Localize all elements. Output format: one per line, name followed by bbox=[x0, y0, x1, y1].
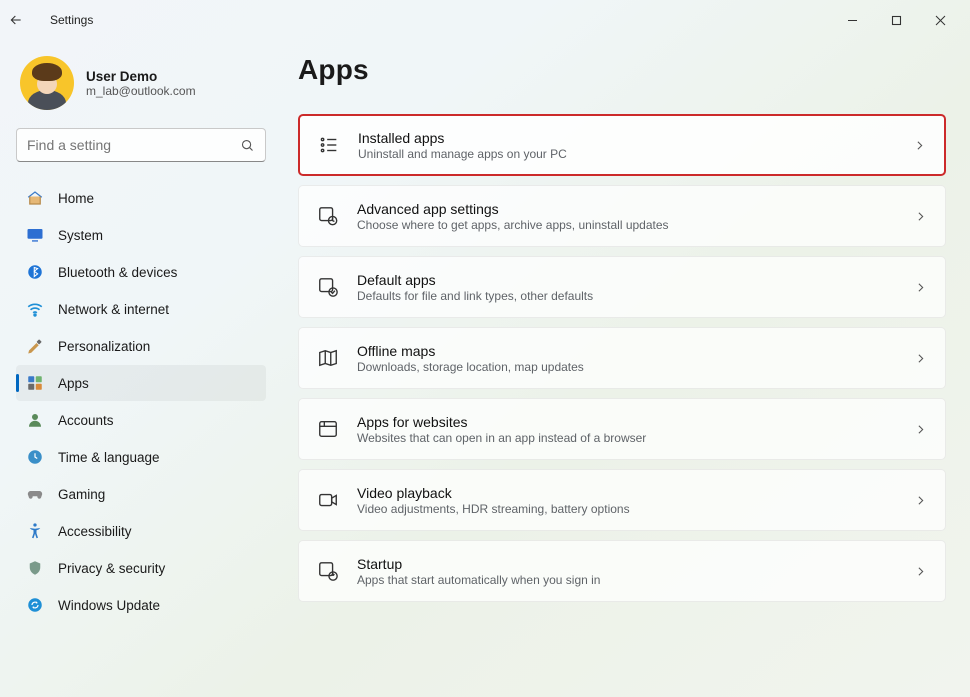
card-subtitle: Websites that can open in an app instead… bbox=[357, 431, 914, 445]
nav-item-system[interactable]: System bbox=[16, 217, 266, 253]
nav-item-label: Bluetooth & devices bbox=[58, 265, 177, 280]
close-button[interactable] bbox=[918, 4, 962, 36]
card-title: Installed apps bbox=[358, 130, 913, 146]
maximize-button[interactable] bbox=[874, 4, 918, 36]
nav-item-label: Time & language bbox=[58, 450, 160, 465]
minimize-button[interactable] bbox=[830, 4, 874, 36]
card-startup[interactable]: Startup Apps that start automatically wh… bbox=[298, 540, 946, 602]
network-icon bbox=[26, 300, 44, 318]
startup-icon bbox=[317, 560, 339, 582]
chevron-right-icon bbox=[914, 210, 927, 223]
nav-item-label: Apps bbox=[58, 376, 89, 391]
nav-item-label: Gaming bbox=[58, 487, 105, 502]
search-box[interactable] bbox=[16, 128, 266, 162]
nav-item-label: Home bbox=[58, 191, 94, 206]
chevron-right-icon bbox=[914, 494, 927, 507]
time-icon bbox=[26, 448, 44, 466]
card-title: Startup bbox=[357, 556, 914, 572]
nav-item-accounts[interactable]: Accounts bbox=[16, 402, 266, 438]
default-apps-icon bbox=[317, 276, 339, 298]
avatar bbox=[20, 56, 74, 110]
card-subtitle: Apps that start automatically when you s… bbox=[357, 573, 914, 587]
bluetooth-icon bbox=[26, 263, 44, 281]
privacy-icon bbox=[26, 559, 44, 577]
card-subtitle: Uninstall and manage apps on your PC bbox=[358, 147, 913, 161]
user-name: User Demo bbox=[86, 69, 196, 84]
user-email: m_lab@outlook.com bbox=[86, 84, 196, 98]
nav-item-privacy[interactable]: Privacy & security bbox=[16, 550, 266, 586]
card-subtitle: Choose where to get apps, archive apps, … bbox=[357, 218, 914, 232]
nav-item-update[interactable]: Windows Update bbox=[16, 587, 266, 623]
update-icon bbox=[26, 596, 44, 614]
card-subtitle: Downloads, storage location, map updates bbox=[357, 360, 914, 374]
nav-item-label: Accounts bbox=[58, 413, 114, 428]
card-title: Default apps bbox=[357, 272, 914, 288]
chevron-right-icon bbox=[913, 139, 926, 152]
nav-item-personalization[interactable]: Personalization bbox=[16, 328, 266, 364]
page-title: Apps bbox=[298, 54, 946, 86]
maps-icon bbox=[317, 347, 339, 369]
card-title: Offline maps bbox=[357, 343, 914, 359]
personalization-icon bbox=[26, 337, 44, 355]
nav: Home System Bluetooth & devices Network … bbox=[16, 180, 266, 623]
card-offline-maps[interactable]: Offline maps Downloads, storage location… bbox=[298, 327, 946, 389]
nav-item-bluetooth[interactable]: Bluetooth & devices bbox=[16, 254, 266, 290]
nav-item-time[interactable]: Time & language bbox=[16, 439, 266, 475]
card-subtitle: Defaults for file and link types, other … bbox=[357, 289, 914, 303]
advanced-icon bbox=[317, 205, 339, 227]
nav-item-home[interactable]: Home bbox=[16, 180, 266, 216]
main-content: Apps Installed apps Uninstall and manage… bbox=[276, 50, 954, 697]
system-icon bbox=[26, 226, 44, 244]
window-title: Settings bbox=[50, 13, 93, 27]
nav-item-label: Privacy & security bbox=[58, 561, 165, 576]
installed-apps-icon bbox=[318, 134, 340, 156]
accounts-icon bbox=[26, 411, 44, 429]
search-input[interactable] bbox=[17, 137, 265, 153]
chevron-right-icon bbox=[914, 423, 927, 436]
nav-item-apps[interactable]: Apps bbox=[16, 365, 266, 401]
card-title: Video playback bbox=[357, 485, 914, 501]
card-video-playback[interactable]: Video playback Video adjustments, HDR st… bbox=[298, 469, 946, 531]
chevron-right-icon bbox=[914, 352, 927, 365]
websites-icon bbox=[317, 418, 339, 440]
back-button[interactable] bbox=[8, 12, 44, 28]
card-installed-apps[interactable]: Installed apps Uninstall and manage apps… bbox=[298, 114, 946, 176]
card-subtitle: Video adjustments, HDR streaming, batter… bbox=[357, 502, 914, 516]
nav-item-network[interactable]: Network & internet bbox=[16, 291, 266, 327]
card-advanced-settings[interactable]: Advanced app settings Choose where to ge… bbox=[298, 185, 946, 247]
nav-item-label: Windows Update bbox=[58, 598, 160, 613]
chevron-right-icon bbox=[914, 565, 927, 578]
titlebar: Settings bbox=[0, 0, 970, 40]
nav-item-label: System bbox=[58, 228, 103, 243]
card-list: Installed apps Uninstall and manage apps… bbox=[298, 114, 946, 602]
card-apps-websites[interactable]: Apps for websites Websites that can open… bbox=[298, 398, 946, 460]
nav-item-label: Personalization bbox=[58, 339, 150, 354]
chevron-right-icon bbox=[914, 281, 927, 294]
apps-icon bbox=[26, 374, 44, 392]
accessibility-icon bbox=[26, 522, 44, 540]
window-controls bbox=[830, 4, 962, 36]
home-icon bbox=[26, 189, 44, 207]
nav-item-label: Accessibility bbox=[58, 524, 132, 539]
card-default-apps[interactable]: Default apps Defaults for file and link … bbox=[298, 256, 946, 318]
nav-item-accessibility[interactable]: Accessibility bbox=[16, 513, 266, 549]
video-icon bbox=[317, 489, 339, 511]
nav-item-gaming[interactable]: Gaming bbox=[16, 476, 266, 512]
card-title: Advanced app settings bbox=[357, 201, 914, 217]
sidebar: User Demo m_lab@outlook.com Home System … bbox=[16, 50, 276, 697]
profile[interactable]: User Demo m_lab@outlook.com bbox=[16, 50, 266, 128]
gaming-icon bbox=[26, 485, 44, 503]
nav-item-label: Network & internet bbox=[58, 302, 169, 317]
card-title: Apps for websites bbox=[357, 414, 914, 430]
